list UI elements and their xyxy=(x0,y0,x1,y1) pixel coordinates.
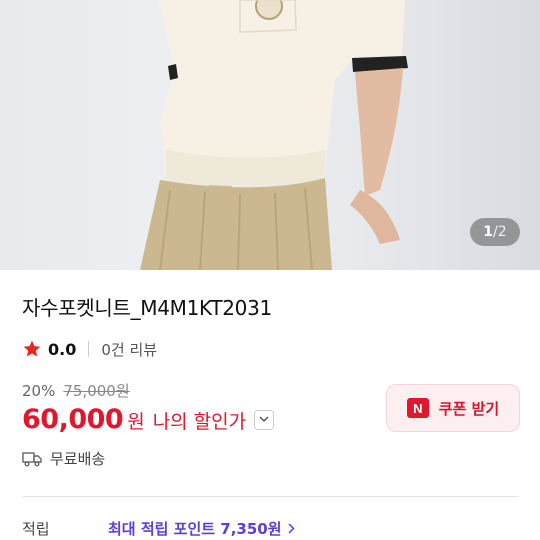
original-price-row: 20% 75,000원 xyxy=(22,380,130,401)
shipping-row: 무료배송 xyxy=(22,448,105,469)
section-divider xyxy=(22,496,518,497)
chevron-down-icon xyxy=(259,416,269,423)
coupon-button-label: 쿠폰 받기 xyxy=(438,399,500,418)
points-label: 적립 xyxy=(22,520,50,538)
rating-divider xyxy=(88,341,90,357)
points-value: 최대 적립 포인트 7,350원 xyxy=(108,520,282,538)
star-icon xyxy=(23,340,41,357)
coupon-button[interactable]: N 쿠폰 받기 xyxy=(386,384,520,432)
sale-price-row: 60,000 원 나의 할인가 xyxy=(22,404,275,435)
my-discount-label: 나의 할인가 xyxy=(152,411,247,433)
shipping-label: 무료배송 xyxy=(50,450,106,468)
points-link[interactable]: 최대 적립 포인트 7,350원 xyxy=(108,518,295,539)
product-image[interactable]: 1 / 2 xyxy=(0,0,540,270)
discount-details-toggle[interactable] xyxy=(254,409,275,430)
review-count[interactable]: 0건 리뷰 xyxy=(101,339,157,360)
rating-value: 0.0 xyxy=(48,339,77,359)
rating-row[interactable]: 0.0 0건 리뷰 xyxy=(22,336,157,362)
product-photo xyxy=(140,0,408,270)
product-info: 자수포켓니트_M4M1KT2031 0.0 0건 리뷰 20% 75,000원 … xyxy=(0,270,540,540)
product-title: 자수포켓니트_M4M1KT2031 xyxy=(22,296,272,320)
points-row: 적립 최대 적립 포인트 7,350원 xyxy=(22,518,295,539)
chevron-right-icon xyxy=(287,523,295,534)
truck-icon xyxy=(22,451,42,466)
sale-price: 60,000 xyxy=(22,404,124,435)
image-counter-current: 1 xyxy=(483,224,494,240)
image-counter-total: 2 xyxy=(497,224,507,240)
image-counter: 1 / 2 xyxy=(470,218,520,246)
naver-n-icon: N xyxy=(406,398,429,418)
original-price: 75,000원 xyxy=(63,382,130,400)
discount-rate: 20% xyxy=(22,381,56,400)
currency-label: 원 xyxy=(127,411,145,433)
